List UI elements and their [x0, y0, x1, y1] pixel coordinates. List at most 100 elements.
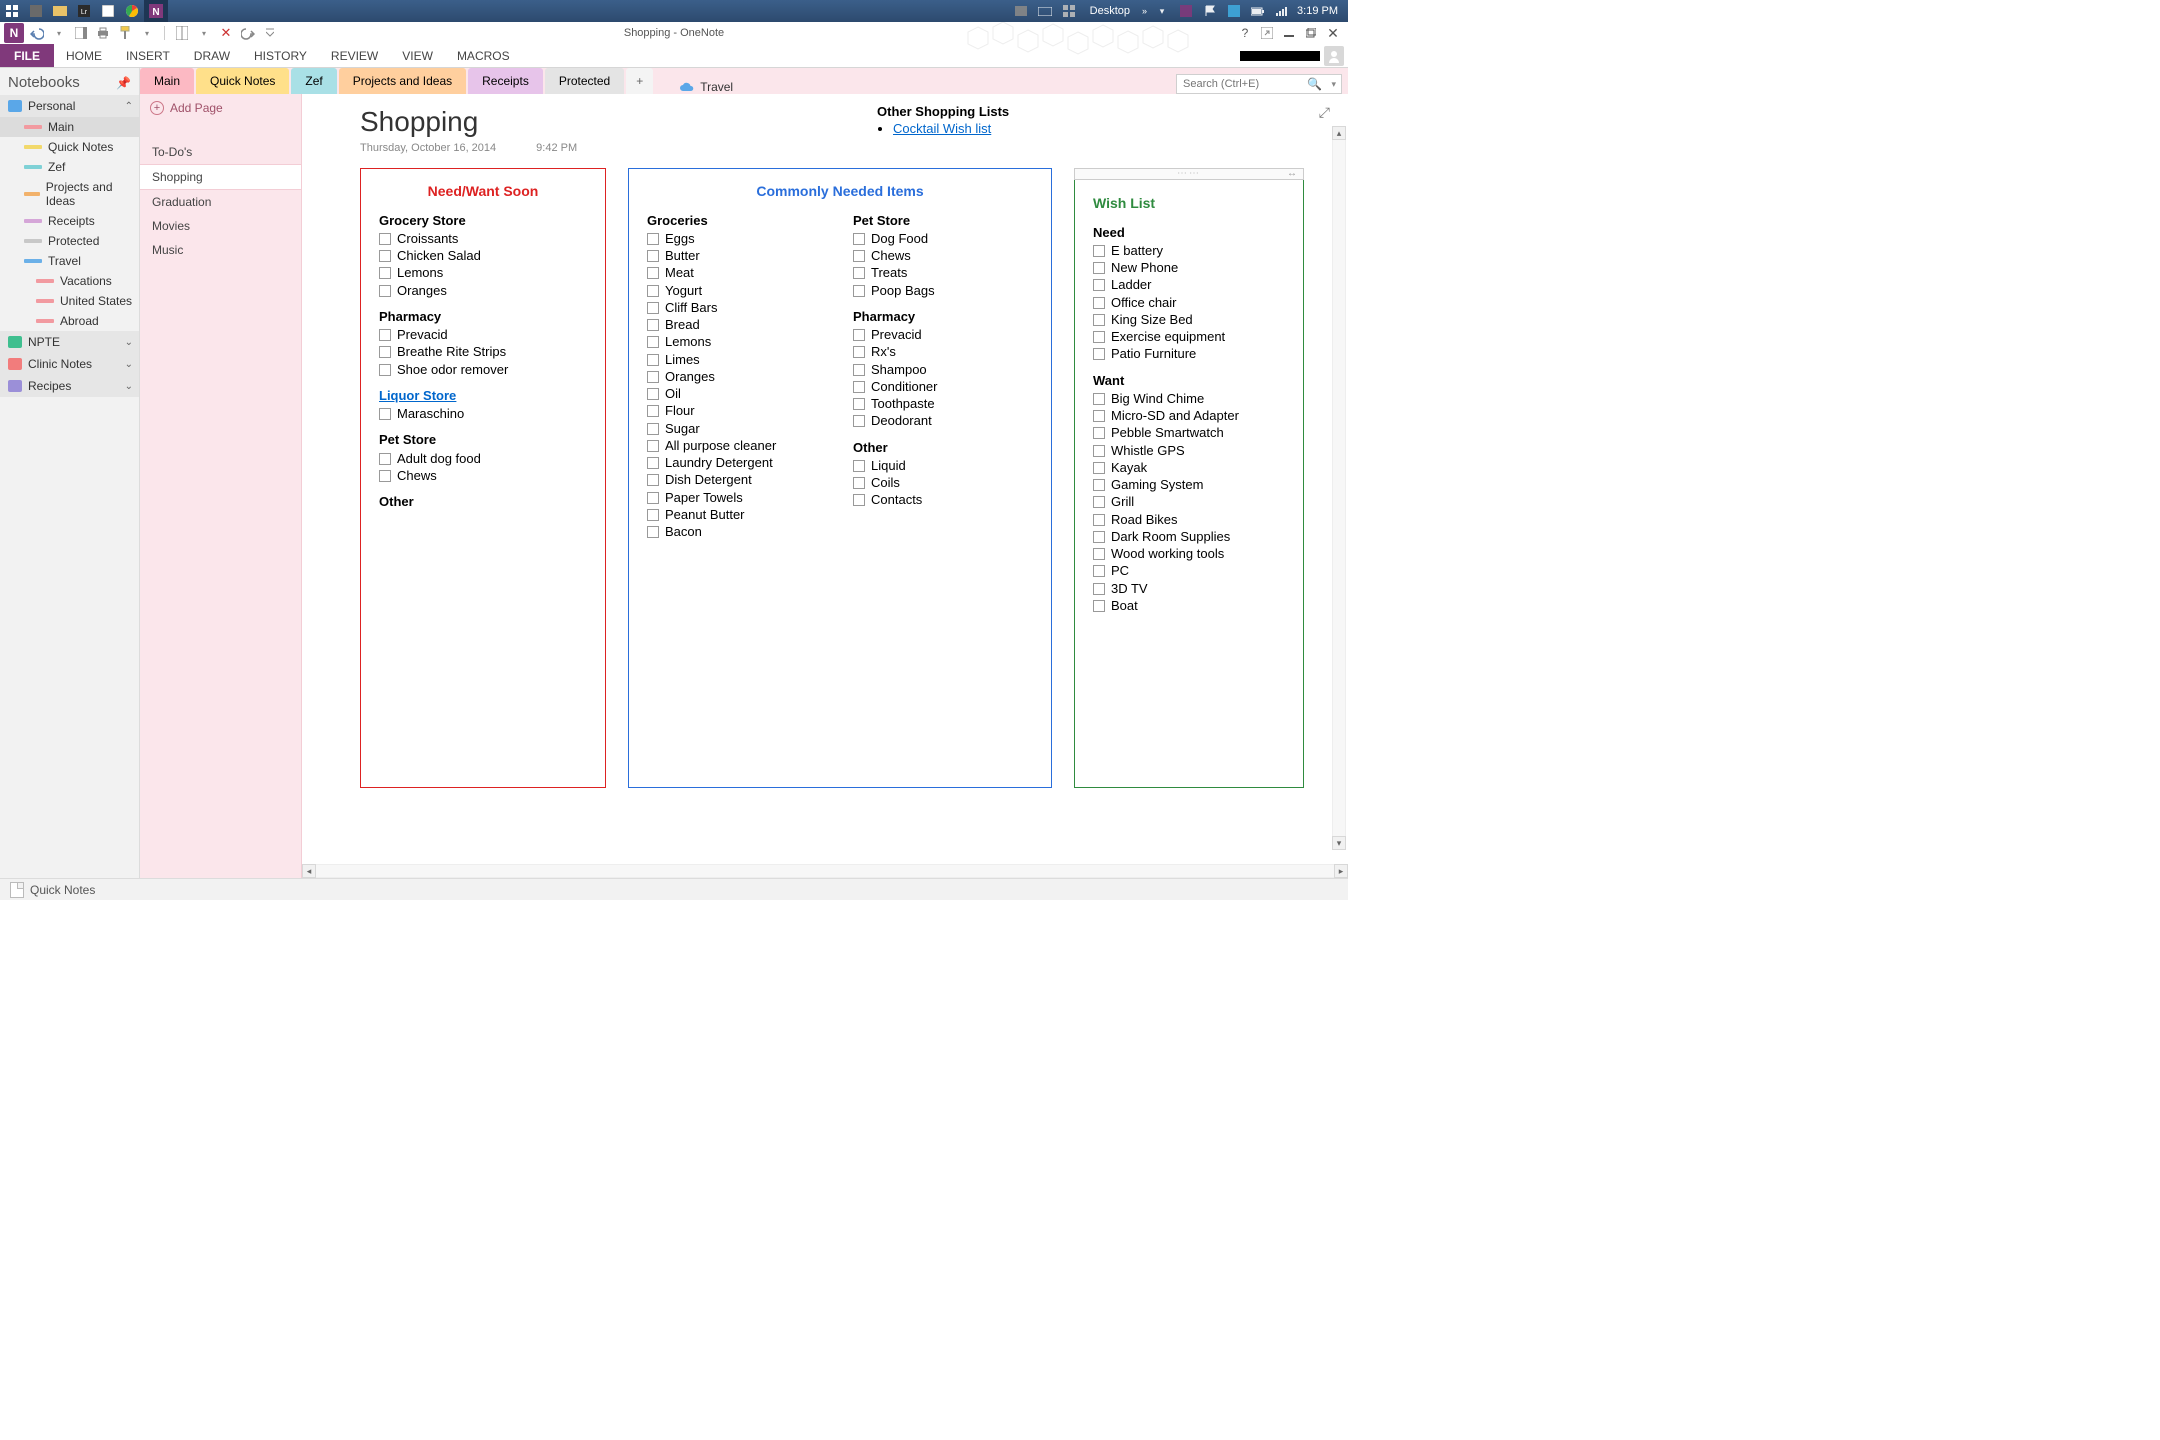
checkbox[interactable] — [379, 285, 391, 297]
checkbox[interactable] — [1093, 548, 1105, 560]
checkbox[interactable] — [1093, 479, 1105, 491]
section-travel[interactable]: Travel — [0, 251, 139, 271]
checklist-item[interactable]: Lemons — [379, 265, 587, 281]
keyboard-icon[interactable] — [1036, 2, 1054, 20]
section-tab-receipts[interactable]: Receipts — [468, 68, 543, 94]
chrome-icon[interactable] — [120, 0, 144, 22]
checkbox[interactable] — [853, 285, 865, 297]
checklist-item[interactable]: Oranges — [379, 283, 587, 299]
checkbox[interactable] — [647, 267, 659, 279]
need-want-soon-box[interactable]: Need/Want Soon Grocery StoreCroissantsCh… — [360, 168, 606, 788]
section-main[interactable]: Main — [0, 117, 139, 137]
page-template-button[interactable] — [173, 24, 191, 42]
checkbox[interactable] — [1093, 427, 1105, 439]
favorite-section[interactable]: Travel — [679, 80, 733, 94]
checklist-item[interactable]: E battery — [1093, 243, 1285, 259]
checklist-item[interactable]: Conditioner — [853, 379, 1033, 395]
file-tab[interactable]: FILE — [0, 44, 54, 67]
section-vacations[interactable]: Vacations — [0, 271, 139, 291]
checklist-item[interactable]: All purpose cleaner — [647, 438, 827, 454]
qat-customize-icon[interactable] — [261, 24, 279, 42]
checklist-item[interactable]: Eggs — [647, 231, 827, 247]
scroll-down-button[interactable]: ▾ — [1332, 836, 1346, 850]
section-receipts[interactable]: Receipts — [0, 211, 139, 231]
flag-icon[interactable] — [1201, 2, 1219, 20]
section-protected[interactable]: Protected — [0, 231, 139, 251]
checklist-item[interactable]: Exercise equipment — [1093, 329, 1285, 345]
full-page-view-button[interactable] — [1258, 26, 1276, 40]
page-shopping[interactable]: Shopping — [140, 164, 301, 190]
checklist-item[interactable]: Office chair — [1093, 295, 1285, 311]
checkbox[interactable] — [647, 405, 659, 417]
note-canvas[interactable]: ⤢ ▴ ▾ Other Shopping Lists Cocktail Wish… — [302, 94, 1348, 878]
help-button[interactable]: ? — [1236, 26, 1254, 40]
page-movies[interactable]: Movies — [140, 214, 301, 238]
clock[interactable]: 3:19 PM — [1297, 5, 1338, 17]
checklist-item[interactable]: Treats — [853, 265, 1033, 281]
checkbox[interactable] — [647, 302, 659, 314]
checklist-item[interactable]: Contacts — [853, 492, 1033, 508]
checklist-item[interactable]: Chews — [853, 248, 1033, 264]
checkbox[interactable] — [853, 250, 865, 262]
checklist-item[interactable]: Patio Furniture — [1093, 346, 1285, 362]
checkbox[interactable] — [379, 470, 391, 482]
checkbox[interactable] — [853, 267, 865, 279]
ribbon-tab-view[interactable]: VIEW — [390, 44, 445, 67]
redo-button[interactable] — [239, 24, 257, 42]
pin-icon[interactable]: 📌 — [116, 76, 131, 90]
checkbox[interactable] — [1093, 348, 1105, 360]
checkbox[interactable] — [1093, 565, 1105, 577]
tray-chevron-icon[interactable]: ▾ — [1153, 2, 1171, 20]
user-avatar[interactable] — [1324, 46, 1344, 66]
checkbox[interactable] — [647, 423, 659, 435]
page-to-do-s[interactable]: To-Do's — [140, 140, 301, 164]
checkbox[interactable] — [379, 346, 391, 358]
checklist-item[interactable]: Liquid — [853, 458, 1033, 474]
page-time[interactable]: 9:42 PM — [536, 142, 577, 154]
search-icon[interactable]: 🔍 — [1307, 77, 1322, 91]
checkbox[interactable] — [379, 453, 391, 465]
checkbox[interactable] — [1093, 245, 1105, 257]
checklist-item[interactable]: Yogurt — [647, 283, 827, 299]
task-icon[interactable] — [48, 0, 72, 22]
checkbox[interactable] — [1093, 496, 1105, 508]
print-button[interactable] — [94, 24, 112, 42]
checklist-item[interactable]: Cliff Bars — [647, 300, 827, 316]
checklist-item[interactable]: Coils — [853, 475, 1033, 491]
checklist-item[interactable]: Meat — [647, 265, 827, 281]
close-button[interactable]: ✕ — [1324, 26, 1342, 40]
checklist-item[interactable]: Maraschino — [379, 406, 587, 422]
checkbox[interactable] — [647, 319, 659, 331]
resize-handle[interactable]: ↔ — [1287, 168, 1299, 181]
ribbon-tab-review[interactable]: REVIEW — [319, 44, 390, 67]
checkbox[interactable] — [647, 354, 659, 366]
group-heading-link[interactable]: Liquor Store — [379, 388, 456, 403]
wish-list-box[interactable]: ⋯⋯↔ Wish List NeedE batteryNew PhoneLadd… — [1074, 168, 1304, 788]
checklist-item[interactable]: Big Wind Chime — [1093, 391, 1285, 407]
checklist-item[interactable]: Rx's — [853, 344, 1033, 360]
checkbox[interactable] — [1093, 462, 1105, 474]
checkbox[interactable] — [853, 346, 865, 358]
checklist-item[interactable]: PC — [1093, 563, 1285, 579]
checkbox[interactable] — [647, 509, 659, 521]
dock-button[interactable] — [72, 24, 90, 42]
checklist-item[interactable]: Prevacid — [379, 327, 587, 343]
checklist-item[interactable]: Flour — [647, 403, 827, 419]
ribbon-tab-insert[interactable]: INSERT — [114, 44, 182, 67]
start-button[interactable] — [0, 0, 24, 22]
checkbox[interactable] — [1093, 583, 1105, 595]
section-tab-zef[interactable]: Zef — [291, 68, 336, 94]
qat-dropdown-icon[interactable]: ▾ — [138, 24, 156, 42]
checklist-item[interactable]: New Phone — [1093, 260, 1285, 276]
checklist-item[interactable]: Dark Room Supplies — [1093, 529, 1285, 545]
checklist-item[interactable]: Breathe Rite Strips — [379, 344, 587, 360]
checkbox[interactable] — [647, 457, 659, 469]
checkbox[interactable] — [1093, 514, 1105, 526]
checklist-item[interactable]: Oranges — [647, 369, 827, 385]
commonly-needed-box[interactable]: Commonly Needed Items GroceriesEggsButte… — [628, 168, 1052, 788]
checklist-item[interactable]: Chicken Salad — [379, 248, 587, 264]
section-abroad[interactable]: Abroad — [0, 311, 139, 331]
notebook-clinic-notes[interactable]: Clinic Notes⌄ — [0, 353, 139, 375]
onenote-app-icon[interactable]: N — [4, 23, 24, 43]
minimize-button[interactable] — [1280, 26, 1298, 40]
